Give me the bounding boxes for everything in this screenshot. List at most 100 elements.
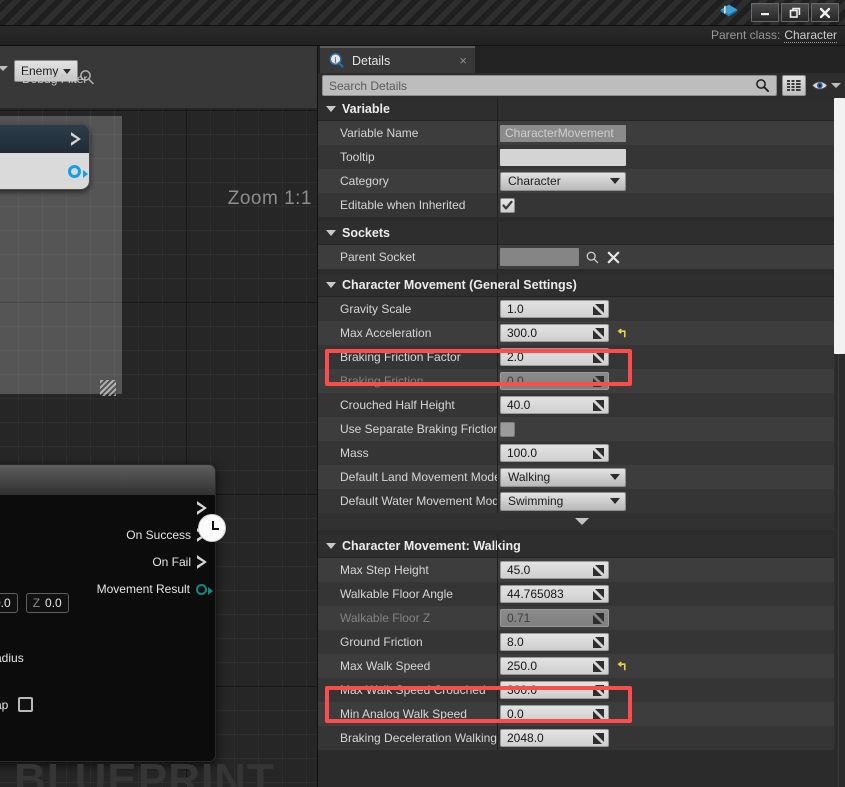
toolbar-overflow-caret-icon[interactable] <box>0 66 8 71</box>
pin-row-on-fail[interactable]: On Fail <box>152 555 207 569</box>
number-field[interactable]: 0.71 <box>500 609 609 627</box>
clear-x-icon[interactable] <box>606 250 621 265</box>
column-view-icon <box>787 79 801 91</box>
spinner-arrows-icon[interactable] <box>593 303 604 315</box>
set-node[interactable]: SET arget <box>0 124 90 190</box>
spinner-arrows-icon[interactable] <box>593 327 604 339</box>
property-row[interactable]: Editable when Inherited <box>318 193 845 217</box>
show-more-expander[interactable] <box>318 513 845 530</box>
details-panel: i Details × Search Details Variable Vari… <box>318 46 845 787</box>
number-field[interactable]: 100.0 <box>500 444 609 462</box>
property-row[interactable]: Max Step Height 45.0 <box>318 558 845 582</box>
spinner-arrows-icon[interactable] <box>593 375 604 387</box>
property-row[interactable]: Variable Name CharacterMovement <box>318 121 845 145</box>
number-field[interactable]: 45.0 <box>500 561 609 579</box>
spinner-arrows-icon[interactable] <box>593 660 604 672</box>
details-property-list[interactable]: Variable Variable Name CharacterMovement To… <box>318 98 845 787</box>
section-header-2[interactable]: Character Movement (General Settings) <box>318 274 845 297</box>
details-scrollbar[interactable] <box>834 98 845 787</box>
socket-field[interactable] <box>500 248 579 266</box>
column-view-button[interactable] <box>782 75 806 96</box>
dropdown-field[interactable]: Swimming <box>500 491 626 511</box>
property-row[interactable]: Mass 100.0 <box>318 441 845 465</box>
restore-button[interactable] <box>781 3 809 22</box>
property-row[interactable]: Max Walk Speed Crouched 300.0 <box>318 678 845 702</box>
number-field[interactable]: 44.765083 <box>500 585 609 603</box>
latent-function-node[interactable]: On Success On Fail Movement Result .0 Z … <box>0 464 216 762</box>
struct-pin-icon[interactable] <box>196 583 213 595</box>
number-field[interactable]: 2.0 <box>500 348 609 366</box>
node-resize-grip[interactable] <box>100 380 116 396</box>
property-row[interactable]: Tooltip <box>318 145 845 169</box>
property-row[interactable]: Parent Socket <box>318 245 845 269</box>
property-row[interactable]: Crouched Half Height 40.0 <box>318 393 845 417</box>
column-divider <box>497 678 498 702</box>
property-row[interactable]: Use Separate Braking Friction <box>318 417 845 441</box>
pin-row-movement-result[interactable]: Movement Result <box>97 582 213 596</box>
number-field[interactable]: 8.0 <box>500 633 609 651</box>
section-header-0[interactable]: Variable <box>318 98 845 121</box>
exec-output-pin[interactable] <box>71 132 81 146</box>
tab-details[interactable]: i Details × <box>320 46 475 73</box>
property-row[interactable]: Default Water Movement Mode Swimming <box>318 489 845 513</box>
dropdown-field[interactable]: Walking <box>500 467 626 487</box>
spinner-arrows-icon[interactable] <box>593 588 604 600</box>
search-icon[interactable] <box>585 250 600 265</box>
search-details-input[interactable]: Search Details <box>322 75 777 96</box>
spinner-arrows-icon[interactable] <box>593 732 604 744</box>
spinner-arrows-icon[interactable] <box>593 447 604 459</box>
dropdown-field[interactable]: Character <box>500 171 626 191</box>
spinner-arrows-icon[interactable] <box>593 636 604 648</box>
spinner-arrows-icon[interactable] <box>593 612 604 624</box>
section-header-3[interactable]: Character Movement: Walking <box>318 535 845 558</box>
vector-z-field[interactable]: Z 0.0 <box>25 593 69 613</box>
property-row[interactable]: Walkable Floor Angle 44.765083 <box>318 582 845 606</box>
input-checkbox-snap[interactable] <box>18 697 34 712</box>
number-field[interactable]: 40.0 <box>500 396 609 414</box>
spinner-arrows-icon[interactable] <box>593 351 604 363</box>
property-row[interactable]: Default Land Movement Mode Walking <box>318 465 845 489</box>
exec-output-pin[interactable] <box>197 501 207 515</box>
spinner-arrows-icon[interactable] <box>593 708 604 720</box>
number-field[interactable]: 300.0 <box>500 324 609 342</box>
number-field[interactable]: 2048.0 <box>500 729 609 747</box>
vector-x-field[interactable]: 0.0 <box>0 593 18 613</box>
close-button[interactable] <box>811 3 839 22</box>
visibility-options-button[interactable] <box>811 75 841 96</box>
spinner-arrows-icon[interactable] <box>593 564 604 576</box>
property-row[interactable]: Ground Friction 8.0 <box>318 630 845 654</box>
spinner-arrows-icon[interactable] <box>593 399 604 411</box>
spinner-arrows-icon[interactable] <box>593 684 604 696</box>
minimize-button[interactable] <box>751 3 779 22</box>
checkbox-field[interactable] <box>500 421 515 437</box>
reset-to-default-icon[interactable] <box>615 660 628 673</box>
number-field[interactable]: 300.0 <box>500 681 609 699</box>
reset-to-default-icon[interactable] <box>615 327 628 340</box>
property-row[interactable]: Max Acceleration 300.0 <box>318 321 845 345</box>
property-row[interactable]: Category Character <box>318 169 845 193</box>
property-row[interactable]: Braking Friction Factor 2.0 <box>318 345 845 369</box>
property-row[interactable]: Gravity Scale 1.0 <box>318 297 845 321</box>
object-pin-icon[interactable] <box>68 164 88 178</box>
number-field[interactable]: 0.0 <box>500 705 609 723</box>
parent-class-link[interactable]: Character <box>784 28 837 43</box>
property-row[interactable]: Max Walk Speed 250.0 <box>318 654 845 678</box>
graph-canvas[interactable]: SET arget Zoom 1:1 On Success <box>0 108 317 787</box>
checkbox-field[interactable] <box>500 197 515 213</box>
number-field[interactable]: 250.0 <box>500 657 609 675</box>
search-icon[interactable] <box>755 78 770 93</box>
property-row[interactable]: Min Analog Walk Speed 0.0 <box>318 702 845 726</box>
number-field[interactable]: 0.0 <box>500 372 609 390</box>
property-row[interactable]: Walkable Floor Z 0.71 <box>318 606 845 630</box>
text-field[interactable] <box>500 148 626 166</box>
section-header-1[interactable]: Sockets <box>318 222 845 245</box>
property-row[interactable]: Braking Friction 0.0 <box>318 369 845 393</box>
pin-row-exec-then[interactable] <box>197 501 207 515</box>
number-field[interactable]: 1.0 <box>500 300 609 318</box>
text-field[interactable]: CharacterMovement <box>500 124 626 142</box>
scrollbar-thumb[interactable] <box>834 98 845 354</box>
pin-row-on-success[interactable]: On Success <box>126 528 207 542</box>
tab-close-icon[interactable]: × <box>459 53 467 68</box>
property-row[interactable]: Braking Deceleration Walking 2048.0 <box>318 726 845 750</box>
exec-output-pin[interactable] <box>197 555 207 569</box>
